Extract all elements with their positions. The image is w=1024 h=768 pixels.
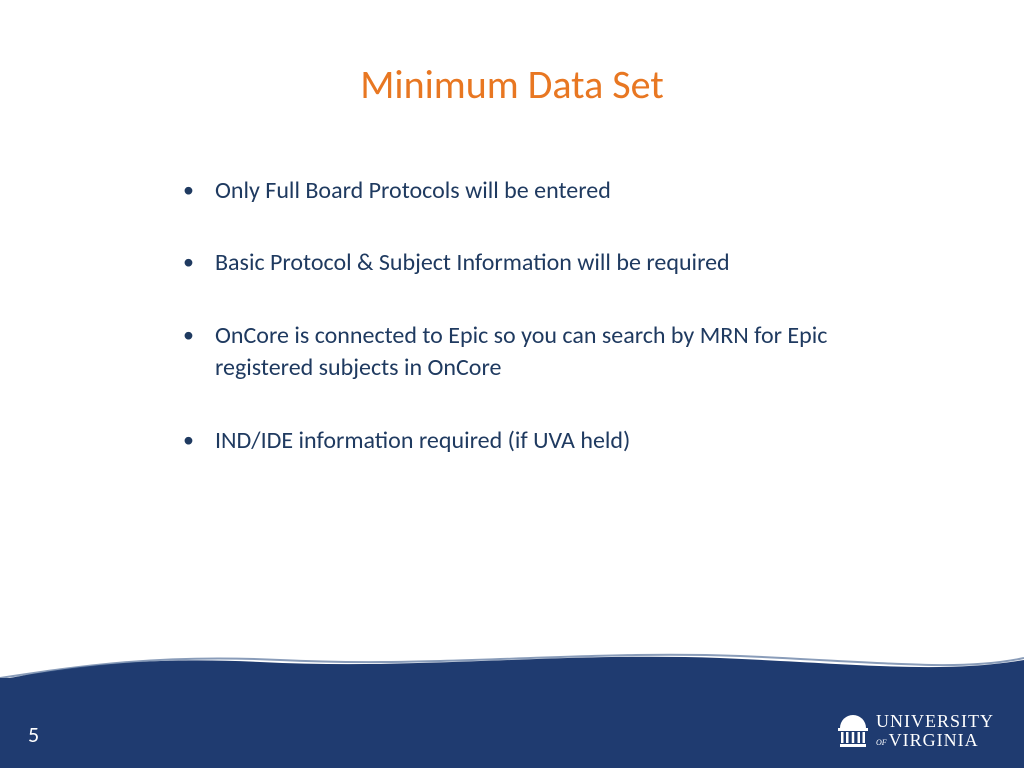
slide: Minimum Data Set Only Full Board Protoco… [0, 0, 1024, 768]
bullet-item: OnCore is connected to Epic so you can s… [175, 320, 855, 385]
page-number: 5 [28, 721, 39, 748]
logo-text: UNIVERSITY ofVIRGINIA [876, 712, 994, 750]
bullet-item: Basic Protocol & Subject Information wil… [175, 247, 855, 279]
rotunda-icon [838, 714, 868, 748]
logo-of: of [876, 734, 887, 748]
footer-band: 5 UNIVERSITY ofVIRGINIA [0, 678, 1024, 768]
bullet-item: IND/IDE information required (if UVA hel… [175, 425, 855, 457]
slide-content: Only Full Board Protocols will be entere… [175, 175, 855, 497]
logo-line-2: ofVIRGINIA [876, 731, 994, 750]
logo-line-1: UNIVERSITY [876, 712, 994, 731]
bullet-item: Only Full Board Protocols will be entere… [175, 175, 855, 207]
bullet-list: Only Full Board Protocols will be entere… [175, 175, 855, 457]
university-logo: UNIVERSITY ofVIRGINIA [838, 712, 994, 750]
slide-title: Minimum Data Set [0, 60, 1024, 109]
logo-virginia: VIRGINIA [889, 730, 979, 750]
